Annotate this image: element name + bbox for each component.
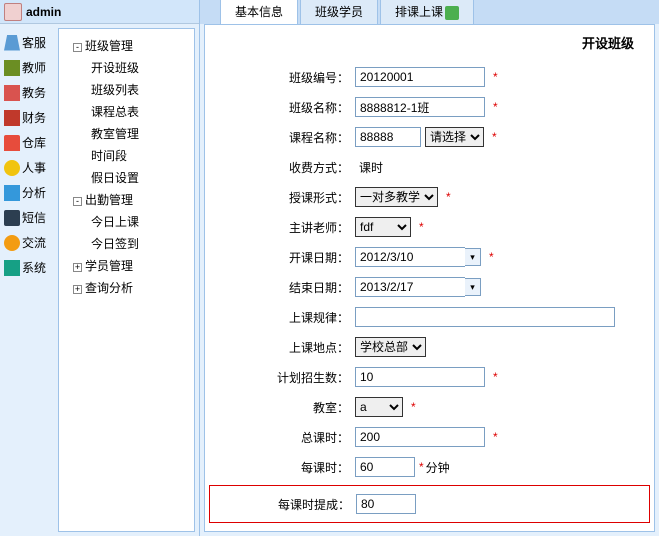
expand-icon[interactable]: +: [73, 263, 82, 272]
required-mark: *: [419, 220, 424, 234]
tab-bar: 基本信息 班级学员 排课上课: [200, 0, 659, 24]
calendar-icon[interactable]: ▾: [465, 248, 481, 266]
calendar-icon[interactable]: ▾: [465, 278, 481, 296]
person-icon: [4, 160, 20, 176]
label-loc: 上课地点：: [215, 339, 355, 356]
tree-classmgr[interactable]: -班级管理: [63, 35, 190, 57]
tree-open-class[interactable]: 开设班级: [63, 57, 190, 79]
nav-fin[interactable]: 财务: [0, 105, 58, 130]
tree-panel: -班级管理 开设班级 班级列表 课程总表 教室管理 时间段 假日设置 -出勤管理…: [58, 28, 195, 532]
nav-an[interactable]: 分析: [0, 180, 58, 205]
tree-class-list[interactable]: 班级列表: [63, 79, 190, 101]
content-area: 开设班级 班级编号： * 班级名称： * 课程名称： 请选择 *: [204, 24, 655, 532]
expand-icon[interactable]: +: [73, 285, 82, 294]
label-id: 班级编号：: [215, 69, 355, 86]
teacher-select[interactable]: fdf: [355, 217, 411, 237]
course-select[interactable]: 请选择: [425, 127, 484, 147]
label-teacher: 主讲老师：: [215, 219, 355, 236]
class-id-input[interactable]: [355, 67, 485, 87]
tree-signin[interactable]: 今日签到: [63, 233, 190, 255]
username: admin: [26, 5, 61, 19]
mode-select[interactable]: 一对多教学: [355, 187, 438, 207]
class-form: 班级编号： * 班级名称： * 课程名称： 请选择 * 收费方式：: [205, 65, 654, 532]
total-hours-input[interactable]: [355, 427, 485, 447]
flag-icon: [445, 6, 459, 20]
teacher-icon: [4, 60, 20, 76]
label-mode: 授课形式：: [215, 189, 355, 206]
user-bar: admin: [0, 0, 199, 24]
tree-room[interactable]: 教室管理: [63, 123, 190, 145]
tree-today[interactable]: 今日上课: [63, 211, 190, 233]
location-select[interactable]: 学校总部: [355, 337, 426, 357]
nav-sms[interactable]: 短信: [0, 205, 58, 230]
label-start: 开课日期：: [215, 249, 355, 266]
house-icon: [4, 135, 20, 151]
tree-time[interactable]: 时间段: [63, 145, 190, 167]
required-mark: *: [493, 370, 498, 384]
finance-icon: [4, 110, 20, 126]
nav-kefu[interactable]: 客服: [0, 30, 58, 55]
tree-attend[interactable]: -出勤管理: [63, 189, 190, 211]
main-nav: 客服 教师 教务 财务 仓库 人事 分析 短信 交流 系统: [0, 24, 58, 536]
required-mark: *: [493, 430, 498, 444]
per-unit: 分钟: [426, 459, 450, 476]
gear-icon: [4, 260, 20, 276]
collapse-icon[interactable]: -: [73, 197, 82, 206]
tree-holiday[interactable]: 假日设置: [63, 167, 190, 189]
tree-course[interactable]: 课程总表: [63, 101, 190, 123]
plan-input[interactable]: [355, 367, 485, 387]
chart-icon: [4, 185, 20, 201]
class-name-input[interactable]: [355, 97, 485, 117]
right-panel: 基本信息 班级学员 排课上课 开设班级 班级编号： * 班级名称： * 课程名称…: [200, 0, 659, 536]
nav-hr[interactable]: 人事: [0, 155, 58, 180]
label-rule: 上课规律：: [215, 309, 355, 326]
label-per: 每课时：: [215, 459, 355, 476]
course-code-input[interactable]: [355, 127, 421, 147]
nav-chat[interactable]: 交流: [0, 230, 58, 255]
required-mark: *: [419, 460, 424, 474]
per-hour-input[interactable]: [355, 457, 415, 477]
end-date-input[interactable]: [355, 277, 465, 297]
phone-icon: [4, 210, 20, 226]
label-total: 总课时：: [215, 429, 355, 446]
collapse-icon[interactable]: -: [73, 43, 82, 52]
room-select[interactable]: a: [355, 397, 403, 417]
required-mark: *: [493, 100, 498, 114]
nav-teacher[interactable]: 教师: [0, 55, 58, 80]
label-plan: 计划招生数：: [215, 369, 355, 386]
tab-schedule[interactable]: 排课上课: [380, 0, 474, 24]
nav-edu[interactable]: 教务: [0, 80, 58, 105]
label-room: 教室：: [215, 399, 355, 416]
required-mark: *: [489, 250, 494, 264]
commission-input[interactable]: [356, 494, 416, 514]
required-mark: *: [446, 190, 451, 204]
label-course: 课程名称：: [215, 129, 355, 146]
chat-icon: [4, 235, 20, 251]
label-end: 结束日期：: [215, 279, 355, 296]
required-mark: *: [492, 130, 497, 144]
tab-students[interactable]: 班级学员: [300, 0, 378, 24]
nav-store[interactable]: 仓库: [0, 130, 58, 155]
tab-basic[interactable]: 基本信息: [220, 0, 298, 24]
tree-student[interactable]: +学员管理: [63, 255, 190, 277]
avatar-icon: [4, 3, 22, 21]
required-mark: *: [411, 400, 416, 414]
label-commission: 每课时提成：: [216, 496, 356, 513]
label-fee: 收费方式：: [215, 159, 355, 176]
page-title: 开设班级: [582, 33, 634, 52]
required-mark: *: [493, 70, 498, 84]
nav-sys[interactable]: 系统: [0, 255, 58, 280]
headset-icon: [4, 35, 20, 51]
fee-value: 课时: [355, 159, 383, 176]
rule-input[interactable]: [355, 307, 615, 327]
highlight-box: 每课时提成：: [209, 485, 650, 523]
book-icon: [4, 85, 20, 101]
start-date-input[interactable]: [355, 247, 465, 267]
left-panel: admin 客服 教师 教务 财务 仓库 人事 分析 短信 交流 系统 -班级管…: [0, 0, 200, 536]
label-name: 班级名称：: [215, 99, 355, 116]
tree-query[interactable]: +查询分析: [63, 277, 190, 299]
